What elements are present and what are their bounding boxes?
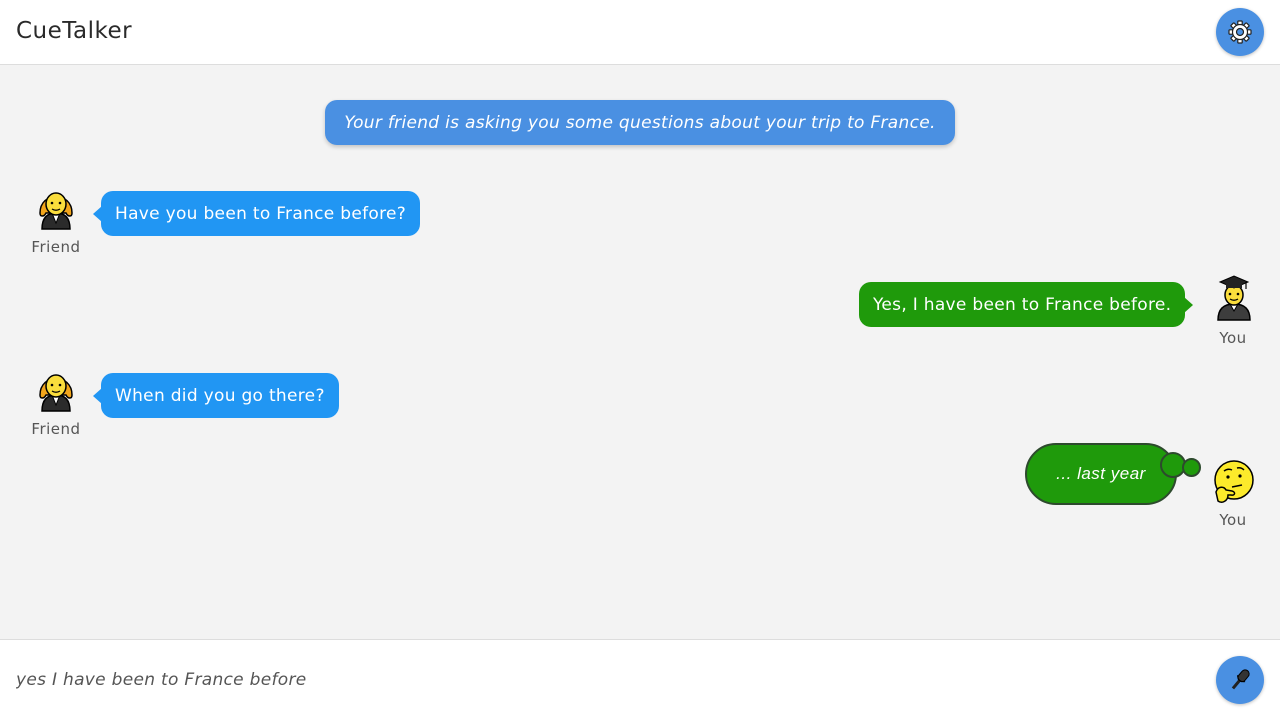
friend-avatar	[32, 365, 80, 413]
woman-teacher-icon	[39, 374, 73, 412]
speaker-label: You	[1219, 329, 1247, 347]
your-avatar	[1210, 274, 1258, 322]
speaker-label: You	[1219, 511, 1247, 529]
speaker-label: Friend	[31, 238, 81, 256]
student-icon	[1217, 275, 1251, 321]
speaker-label: Friend	[31, 420, 81, 438]
settings-button[interactable]	[1216, 8, 1264, 56]
input-bar	[0, 639, 1280, 720]
thought-dot	[1182, 458, 1201, 477]
speech-transcript-input[interactable]	[16, 668, 1196, 692]
gear-icon	[1228, 20, 1252, 44]
friend-message: Have you been to France before?	[92, 191, 421, 236]
chat-area: Your friend is asking you some questions…	[0, 65, 1280, 639]
your-avatar	[1210, 458, 1258, 506]
app-header: CueTalker	[0, 0, 1280, 65]
app-title: CueTalker	[16, 18, 133, 44]
friend-message: When did you go there?	[93, 373, 339, 418]
thinking-face-icon	[1214, 460, 1254, 503]
friend-avatar	[32, 183, 80, 231]
woman-teacher-icon	[39, 192, 73, 230]
microphone-icon	[1231, 669, 1250, 690]
cue-thought-bubble: ... last year	[1025, 443, 1177, 505]
your-message: Yes, I have been to France before.	[859, 282, 1194, 327]
microphone-button[interactable]	[1216, 656, 1264, 704]
context-banner: Your friend is asking you some questions…	[325, 100, 955, 145]
